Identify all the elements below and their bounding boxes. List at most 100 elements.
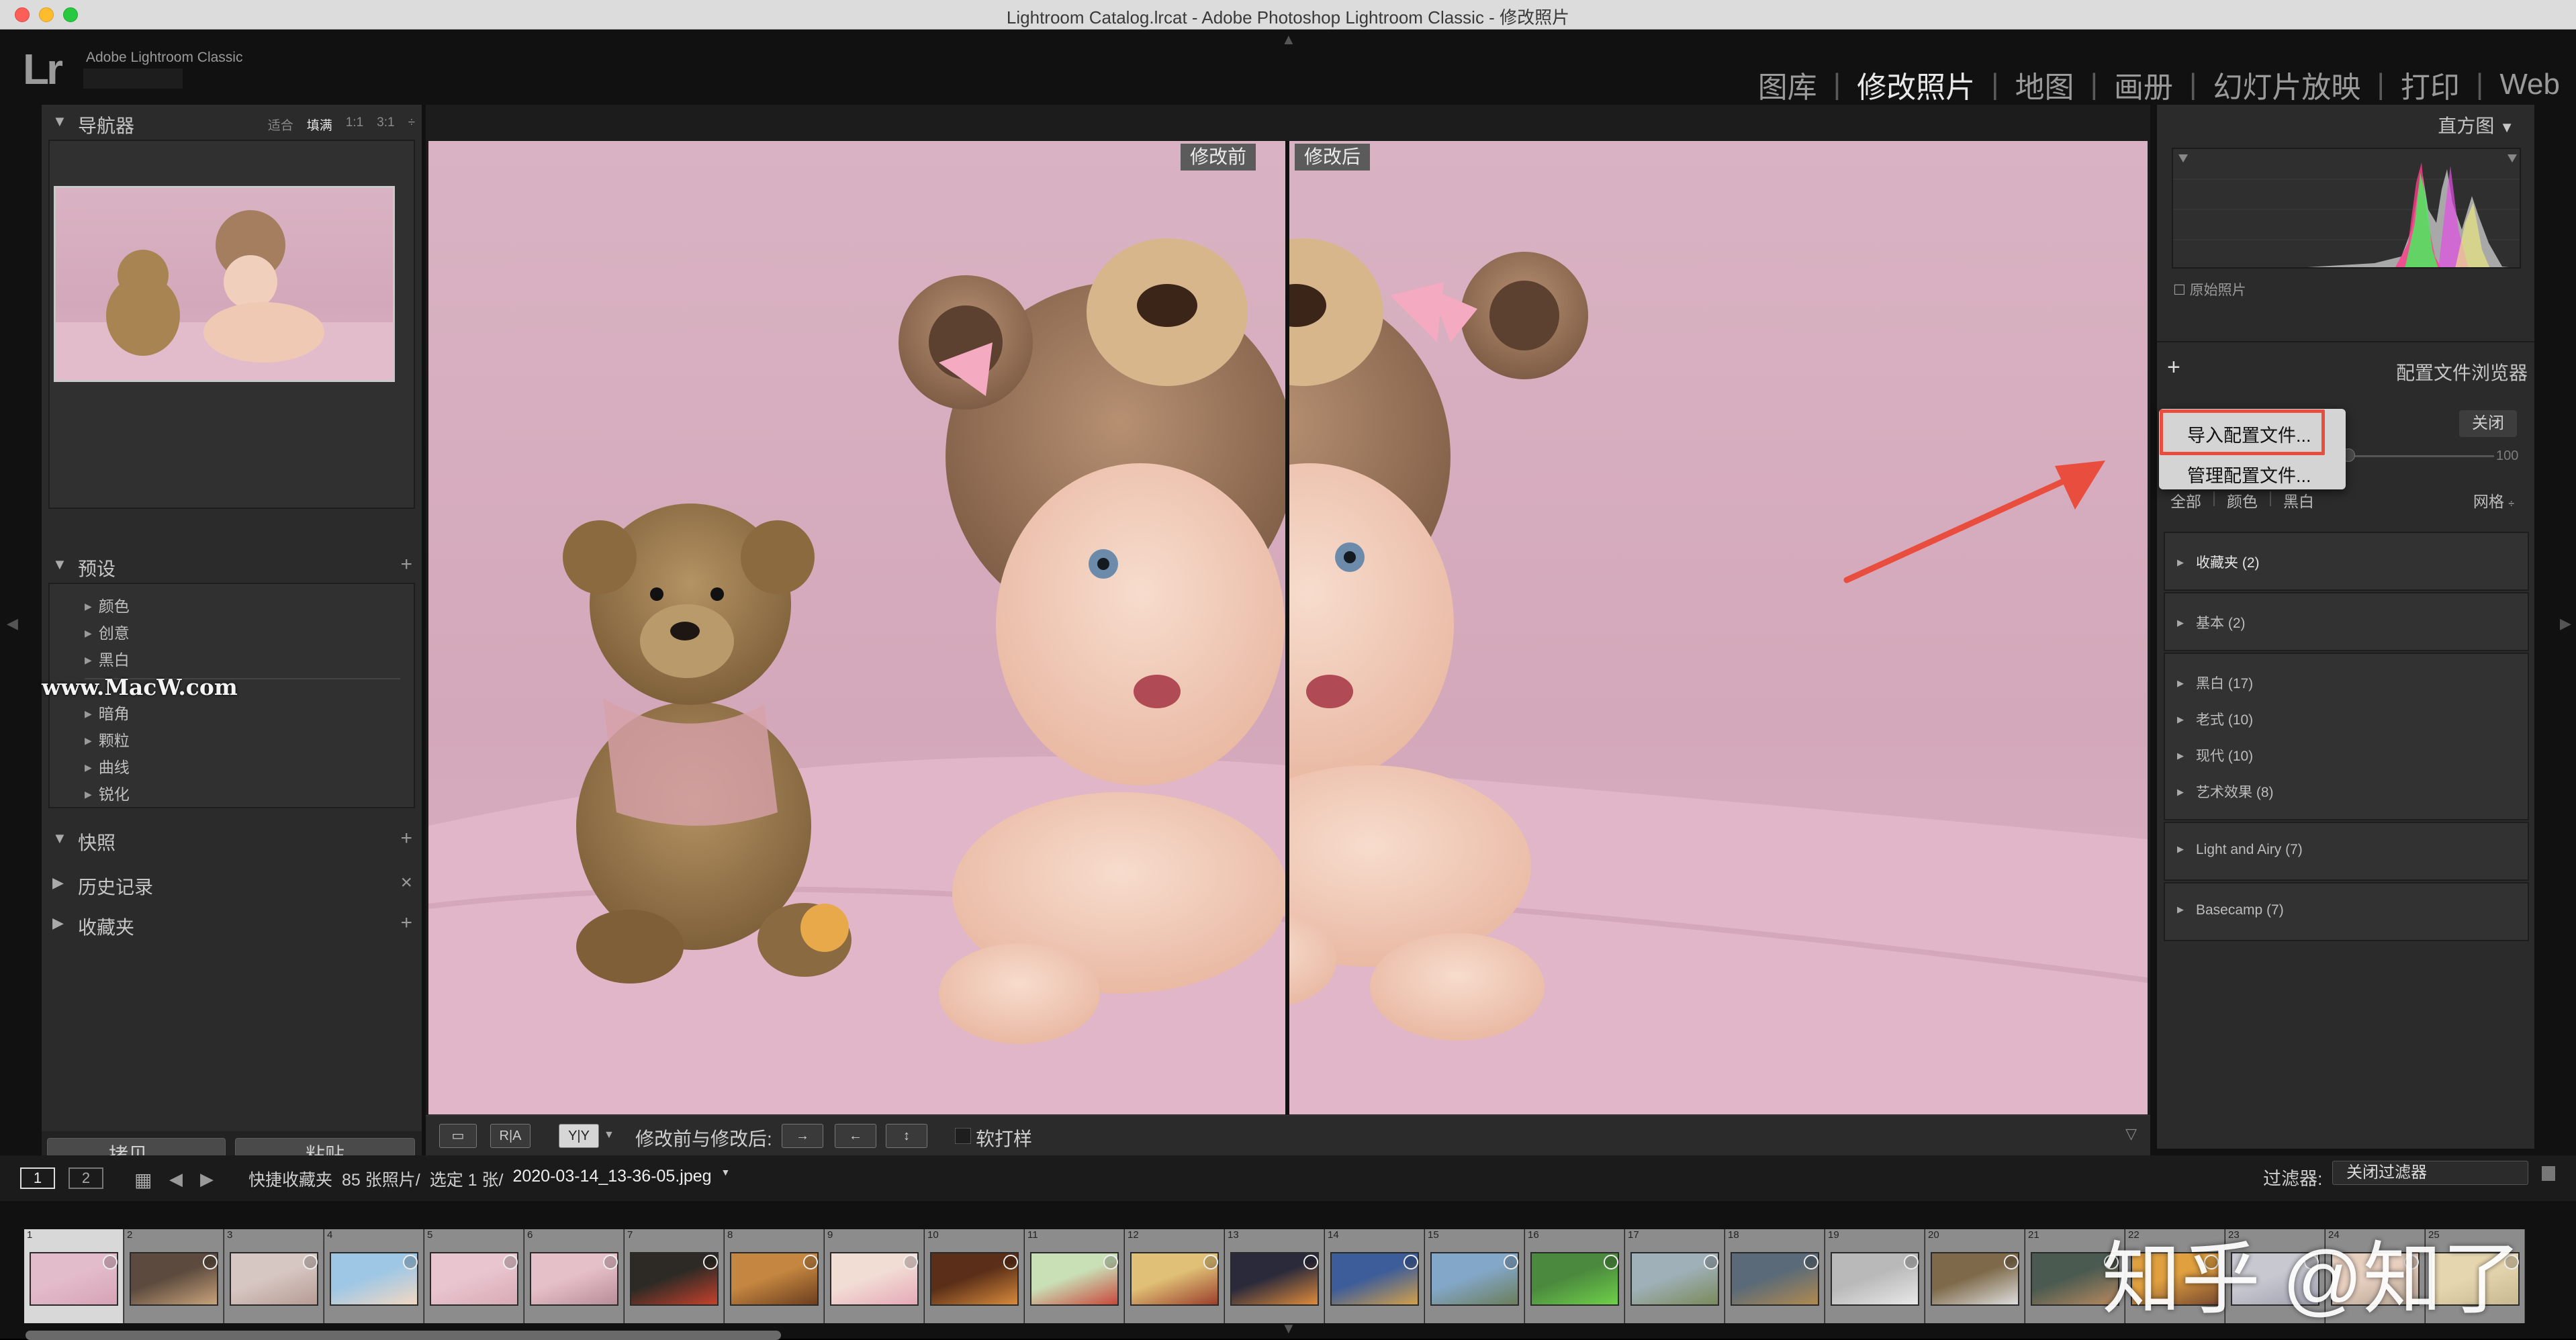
module-slideshow[interactable]: 幻灯片放映 — [2209, 63, 2364, 106]
secondary-window-1-button[interactable]: 1 — [20, 1167, 55, 1189]
history-header[interactable]: ▶ 历史记录 × — [42, 866, 422, 900]
flag-circle-icon[interactable] — [1003, 1255, 1018, 1270]
flag-circle-icon[interactable] — [303, 1255, 318, 1270]
flag-circle-icon[interactable] — [1704, 1255, 1718, 1270]
navigator-thumbnail[interactable] — [54, 186, 395, 382]
zoom-1-1[interactable]: 1:1 — [346, 115, 363, 134]
module-web[interactable]: Web — [2495, 68, 2564, 101]
flag-circle-icon[interactable] — [1504, 1255, 1518, 1270]
arrow-left-icon[interactable]: ◀ — [169, 1169, 183, 1190]
soft-proof-checkbox[interactable] — [955, 1128, 971, 1144]
zoom-fill[interactable]: 填满 — [307, 115, 332, 134]
preset-folder-grain[interactable]: ▶ 颗粒 — [85, 728, 130, 751]
histogram-graph[interactable] — [2172, 148, 2521, 269]
filmstrip-cell[interactable]: 10 — [925, 1229, 1024, 1323]
flag-circle-icon[interactable] — [603, 1255, 618, 1270]
before-after-split-line[interactable] — [1285, 141, 1289, 1114]
filter-bw[interactable]: 黑白 — [2283, 489, 2314, 512]
profile-vintage[interactable]: ▶ 老式 (10) — [2177, 709, 2253, 729]
filter-all[interactable]: 全部 — [2170, 489, 2201, 512]
bottom-panel-toggle-icon[interactable]: ▼ — [1281, 1320, 1296, 1337]
filmstrip-cell[interactable]: 13 — [1225, 1229, 1324, 1323]
clear-history-icon[interactable]: × — [400, 871, 412, 894]
copy-before-to-after-button[interactable]: → — [782, 1124, 823, 1148]
filmstrip-source-info[interactable]: 快捷收藏夹 85 张照片/ 选定 1 张/ 2020-03-14_13-36-0… — [248, 1167, 730, 1191]
filmstrip-cell[interactable]: 20 — [1925, 1229, 2025, 1323]
flag-circle-icon[interactable] — [803, 1255, 818, 1270]
profile-favorites[interactable]: ▶ 收藏夹 (2) — [2177, 552, 2260, 572]
profile-amount-slider[interactable] — [2338, 455, 2494, 457]
flag-circle-icon[interactable] — [103, 1255, 118, 1270]
filmstrip-cell[interactable]: 12 — [1125, 1229, 1224, 1323]
filmstrip-cell[interactable]: 3 — [224, 1229, 324, 1323]
module-book[interactable]: 画册 — [2110, 63, 2177, 106]
profile-artistic[interactable]: ▶ 艺术效果 (8) — [2177, 781, 2274, 802]
filmstrip-cell[interactable]: 6 — [524, 1229, 624, 1323]
before-after-ya-button[interactable]: Y|Y — [559, 1124, 599, 1148]
filmstrip-cell[interactable]: 2 — [124, 1229, 224, 1323]
profile-basecamp[interactable]: ▶ Basecamp (7) — [2177, 902, 2284, 918]
module-map[interactable]: 地图 — [2011, 63, 2078, 106]
arrow-right-icon[interactable]: ▶ — [200, 1169, 214, 1190]
toolbar-menu-icon[interactable]: ▽ — [2125, 1125, 2137, 1143]
filmstrip-cell[interactable]: 8 — [725, 1229, 824, 1323]
filmstrip-cell[interactable]: 19 — [1825, 1229, 1925, 1323]
flag-circle-icon[interactable] — [1604, 1255, 1618, 1270]
filmstrip-cell[interactable]: 17 — [1625, 1229, 1724, 1323]
filmstrip-cell[interactable]: 4 — [324, 1229, 424, 1323]
profile-modern[interactable]: ▶ 现代 (10) — [2177, 745, 2253, 765]
flag-circle-icon[interactable] — [403, 1255, 418, 1270]
preset-folder-color[interactable]: ▶ 颜色 — [85, 593, 130, 616]
flag-circle-icon[interactable] — [1103, 1255, 1118, 1270]
original-photo-toggle[interactable]: ☐ 原始照片 — [2173, 279, 2246, 299]
flag-circle-icon[interactable] — [703, 1255, 718, 1270]
zoom-fit[interactable]: 适合 — [268, 115, 293, 134]
add-preset-icon[interactable]: + — [400, 553, 412, 576]
filmstrip-cell[interactable]: 5 — [424, 1229, 524, 1323]
flag-circle-icon[interactable] — [1404, 1255, 1418, 1270]
right-panel-toggle-icon[interactable]: ▶ — [2560, 615, 2571, 632]
preset-folder-creative[interactable]: ▶ 创意 — [85, 620, 130, 643]
filter-lock-icon[interactable] — [2542, 1166, 2555, 1181]
preset-folder-bw[interactable]: ▶ 黑白 — [85, 647, 130, 670]
flag-circle-icon[interactable] — [2004, 1255, 2019, 1270]
navigator-header[interactable]: ▼ 导航器 适合 填满 1:1 3:1 ÷ — [42, 105, 422, 138]
profile-light-airy[interactable]: ▶ Light and Airy (7) — [2177, 842, 2303, 858]
flag-circle-icon[interactable] — [1303, 1255, 1318, 1270]
filmstrip-cell[interactable]: 18 — [1725, 1229, 1825, 1323]
close-profile-browser-button[interactable]: 关闭 — [2459, 410, 2517, 437]
loupe-view-button[interactable]: ▭ — [439, 1124, 477, 1148]
flag-circle-icon[interactable] — [1904, 1255, 1919, 1270]
before-after-ra-button[interactable]: R|A — [490, 1124, 531, 1148]
left-panel-toggle-icon[interactable]: ◀ — [7, 615, 18, 632]
filmstrip-cell[interactable]: 9 — [825, 1229, 924, 1323]
snapshots-header[interactable]: ▼ 快照 + — [42, 822, 422, 855]
add-profile-icon[interactable]: + — [2167, 354, 2180, 381]
preset-folder-vignette[interactable]: ▶ 暗角 — [85, 701, 130, 724]
filmstrip-cell[interactable]: 7 — [625, 1229, 724, 1323]
collections-header[interactable]: ▶ 收藏夹 + — [42, 906, 422, 940]
zoom-3-1[interactable]: 3:1 — [377, 115, 394, 134]
flag-circle-icon[interactable] — [203, 1255, 218, 1270]
filmstrip-cell[interactable]: 14 — [1325, 1229, 1424, 1323]
add-snapshot-icon[interactable]: + — [400, 827, 412, 850]
presets-header[interactable]: ▼ 预设 + — [42, 548, 422, 581]
flag-circle-icon[interactable] — [1804, 1255, 1819, 1270]
module-print[interactable]: 打印 — [2397, 63, 2464, 106]
copy-after-to-before-button[interactable]: ← — [835, 1124, 876, 1148]
preset-folder-sharpen[interactable]: ▶ 锐化 — [85, 781, 130, 804]
grid-view-icon[interactable]: ▦ — [134, 1169, 152, 1191]
manage-profiles-menu-item[interactable]: 管理配置文件... — [2187, 461, 2311, 487]
flag-circle-icon[interactable] — [503, 1255, 518, 1270]
filmstrip-cell[interactable]: 1 — [24, 1229, 124, 1323]
filmstrip-cell[interactable]: 16 — [1525, 1229, 1624, 1323]
before-photo[interactable] — [428, 141, 1287, 1114]
profile-view-dropdown[interactable]: 网格 ÷ — [2473, 489, 2514, 512]
secondary-window-2-button[interactable]: 2 — [68, 1167, 103, 1189]
filter-color[interactable]: 颜色 — [2227, 489, 2258, 512]
flag-circle-icon[interactable] — [1203, 1255, 1218, 1270]
module-library[interactable]: 图库 — [1754, 63, 1821, 106]
filmstrip-cell[interactable]: 11 — [1025, 1229, 1124, 1323]
profile-basic[interactable]: ▶ 基本 (2) — [2177, 612, 2246, 632]
zoom-more-icon[interactable]: ÷ — [408, 115, 415, 134]
